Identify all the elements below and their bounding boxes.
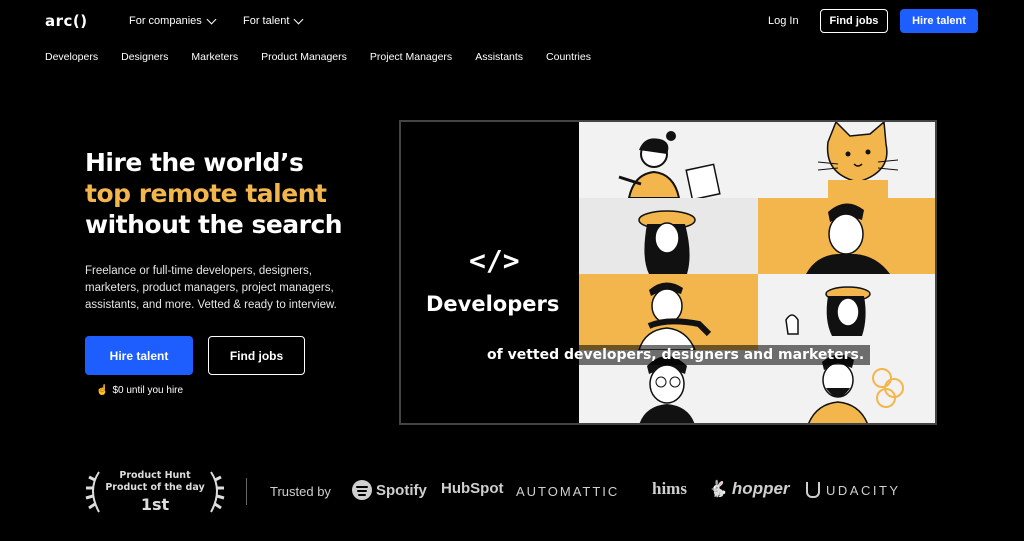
udacity-icon [806, 482, 820, 498]
hero-description: Freelance or full-time developers, desig… [85, 265, 337, 311]
spotify-logo: Spotify [352, 480, 427, 500]
udacity-logo: UDACITY [806, 482, 901, 498]
video-caption: of vetted developers, designers and mark… [481, 345, 871, 365]
find-jobs-header-button[interactable]: Find jobs [820, 9, 888, 33]
hire-talent-header-button[interactable]: Hire talent [900, 9, 978, 33]
category-project-managers[interactable]: Project Managers [370, 51, 452, 63]
spotify-icon [352, 480, 372, 500]
hire-talent-button[interactable]: Hire talent [85, 336, 193, 375]
talent-tile [758, 198, 935, 274]
award-rank: 1st [140, 495, 170, 514]
category-countries[interactable]: Countries [546, 51, 591, 63]
category-marketers[interactable]: Marketers [191, 51, 238, 63]
developer-illustration [618, 131, 721, 198]
category-assistants[interactable]: Assistants [475, 51, 523, 63]
talent-tile [579, 198, 758, 274]
cat-illustration [817, 122, 899, 198]
designer-illustration [638, 210, 696, 274]
hero-video-panel[interactable]: </> Developers of vetted developers, des… [399, 120, 937, 425]
udacity-name: UDACITY [826, 482, 901, 498]
product-manager-illustration [638, 282, 712, 350]
category-developers[interactable]: Developers [45, 51, 98, 63]
category-product-managers[interactable]: Product Managers [261, 51, 347, 63]
bunny-icon: 🐇 [708, 481, 728, 498]
automattic-logo: AUTOMATTIC [516, 484, 620, 499]
login-link[interactable]: Log In [768, 15, 799, 27]
hero-heading-line3: without the search [85, 210, 343, 239]
divider [246, 478, 247, 505]
nav-for-companies-label: For companies [129, 15, 202, 27]
product-hunt-award[interactable]: Product Hunt Product of the day 1st [85, 468, 225, 516]
award-line1: Product Hunt [119, 470, 191, 481]
nav-for-talent-label: For talent [243, 15, 290, 27]
talent-grid [579, 122, 935, 423]
talent-tile [579, 122, 758, 198]
category-designers[interactable]: Designers [121, 51, 168, 63]
talent-tile [579, 274, 758, 350]
chevron-down-icon [294, 14, 304, 24]
hero-heading-accent: top remote talent [85, 179, 327, 208]
hero-heading-line1: Hire the world’s [85, 148, 304, 177]
talent-tile [758, 274, 935, 350]
talent-tile [758, 122, 935, 198]
marketer-illustration [806, 203, 890, 274]
video-title: Developers [426, 292, 560, 316]
pointing-hand-icon: ☝ [96, 385, 109, 396]
hero-heading: Hire the world’s top remote talent witho… [85, 147, 343, 240]
nav-for-talent[interactable]: For talent [243, 14, 304, 27]
arc-logo[interactable]: arc() [45, 12, 88, 30]
find-jobs-button[interactable]: Find jobs [208, 336, 305, 375]
chevron-down-icon [206, 14, 217, 24]
hopper-name: hopper [731, 479, 790, 498]
hopper-logo: 🐇 hopper [708, 479, 790, 499]
category-nav: Developers Designers Marketers Product M… [45, 51, 591, 63]
trusted-by-label: Trusted by [270, 484, 331, 499]
pricing-note: ☝ $0 until you hire [96, 385, 183, 396]
award-line2: Product of the day [105, 482, 205, 493]
hims-logo: hims [652, 479, 687, 498]
pricing-note-text: $0 until you hire [112, 385, 184, 396]
assistant-illustration [785, 286, 871, 336]
nav-for-companies[interactable]: For companies [129, 14, 217, 27]
hubspot-logo: HubSpot [441, 480, 504, 497]
spotify-name: Spotify [376, 481, 427, 499]
code-icon: </> [469, 244, 520, 277]
